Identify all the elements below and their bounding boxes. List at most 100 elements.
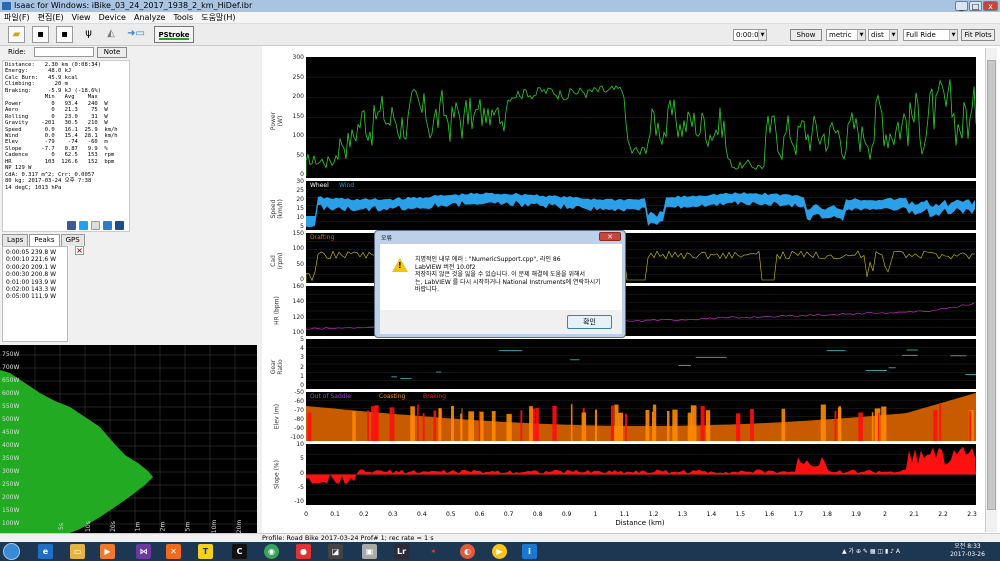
ie-icon[interactable]: e [38, 544, 53, 559]
lightroom-icon[interactable]: Lr [394, 544, 409, 559]
list-item[interactable]: 0:00:10 221.6 W [6, 256, 64, 263]
start-button[interactable] [3, 543, 20, 560]
menu-help[interactable]: 도움말(H) [197, 12, 239, 23]
ibike-icon[interactable]: i [522, 544, 537, 559]
scrollbar-thumb[interactable] [987, 60, 996, 510]
error-dialog: 오류 ✕ ! 치명적인 내부 에러 : "NumericSupport.cpp"… [374, 230, 626, 338]
visual-studio-icon[interactable]: ⋈ [136, 544, 151, 559]
left-chart-y-tick: 600W [2, 390, 20, 397]
x-axis-label: Distance (km) [615, 519, 665, 527]
menu-device[interactable]: Device [95, 12, 130, 23]
plot-panel-power[interactable] [306, 57, 976, 178]
range-select[interactable]: Full Ride ▼ [903, 29, 958, 41]
list-item[interactable]: 0:00:30 200.8 W [6, 271, 64, 278]
y-tick-label: -10 [294, 498, 304, 505]
app-star-icon[interactable]: ✶ [426, 544, 441, 559]
y-tick-label: 5 [300, 455, 304, 463]
app-x-icon[interactable]: ✕ [166, 544, 181, 559]
warning-icon: ! [392, 258, 408, 272]
plot-panel-speed[interactable]: Wheel Wind [306, 181, 976, 230]
close-button[interactable]: x [983, 1, 998, 11]
time-select[interactable]: 0:00:05 ▼ [733, 29, 767, 41]
maximize-button[interactable]: □ [969, 1, 982, 11]
list-item[interactable]: 0:02:00 143.3 W [6, 286, 64, 293]
save-as-icon[interactable]: ▪ [56, 26, 73, 43]
note-button[interactable]: Note [97, 47, 127, 58]
tab-peaks[interactable]: Peaks [29, 234, 60, 246]
plot-y-label: Gear Ratio [270, 359, 284, 375]
menu-analyze[interactable]: Analyze [130, 12, 170, 23]
email-icon[interactable] [91, 221, 100, 230]
y-tick-label: 25 [296, 187, 304, 194]
plot-y-label: HR (bpm) [273, 296, 281, 325]
usb-icon[interactable]: ψ [80, 26, 97, 43]
kakaotalk-icon[interactable]: T [198, 544, 213, 559]
plot-panel-gear[interactable] [306, 339, 976, 389]
y-tick-label: 100 [292, 132, 304, 139]
chevron-down-icon: ▼ [857, 30, 865, 40]
x-tick-label: 0.4 [417, 511, 427, 518]
plot-series-label: Wind [339, 182, 355, 189]
app-dark-icon[interactable]: ◪ [328, 544, 343, 559]
dialog-body: ! 치명적인 내부 에러 : "NumericSupport.cpp", 라인 … [380, 244, 622, 334]
axis-select[interactable]: dist ▼ [868, 29, 898, 41]
save-icon[interactable]: ▪ [32, 26, 49, 43]
app-circle-icon[interactable]: ◐ [460, 544, 475, 559]
units-select[interactable]: metric ▼ [826, 29, 866, 41]
left-chart-y-tick: 200W [2, 494, 20, 501]
clock[interactable]: 오전 8:33 2017-03-26 [945, 543, 990, 559]
ride-input[interactable] [34, 47, 94, 57]
y-tick-label: 100 [292, 329, 304, 336]
media-player-icon[interactable]: ▶ [100, 544, 115, 559]
plot-panel-slope[interactable] [306, 444, 976, 505]
menu-file[interactable]: 파일(F) [0, 12, 34, 23]
dialog-close-button[interactable]: ✕ [599, 232, 621, 241]
window-title: Isaac for Windows: iBike_03_24_2017_1938… [14, 1, 253, 10]
play-icon[interactable]: ▶ [492, 544, 507, 559]
app-c-icon[interactable]: C [232, 544, 247, 559]
y-tick-label: 30 [296, 178, 304, 185]
left-chart-y-tick: 650W [2, 377, 20, 384]
app-gray-icon[interactable]: ▣ [362, 544, 377, 559]
x-tick-label: 1.5 [735, 511, 746, 518]
left-chart-x-tick: 1m [134, 521, 142, 532]
dialog-line: 는, LabVIEW 를 다시 시작하거나 National Instrumen… [415, 278, 601, 286]
minimize-button[interactable]: _ [955, 1, 968, 11]
chrome-icon[interactable]: ◉ [264, 544, 279, 559]
list-item[interactable]: 0:05:00 111.9 W [6, 293, 64, 300]
plot-series-label: Out of Saddle [310, 393, 351, 400]
x-tick-label: 1.1 [619, 511, 630, 518]
list-item[interactable]: 0:01:00 193.9 W [6, 279, 64, 286]
left-chart-y-tick: 550W [2, 403, 20, 410]
tab-gps[interactable]: GPS [60, 234, 85, 246]
transfer-icon[interactable]: ➜▭ [122, 26, 150, 43]
open-folder-icon[interactable]: ▰ [8, 26, 25, 43]
menu-view[interactable]: View [68, 12, 95, 23]
left-chart-x-tick: 2m [159, 521, 167, 532]
pstroke-button[interactable]: PStroke [154, 26, 194, 43]
tab-laps[interactable]: Laps [2, 234, 29, 246]
x-tick-label: 1.4 [706, 511, 717, 518]
app-red-icon[interactable]: ● [296, 544, 311, 559]
menu-tools[interactable]: Tools [169, 12, 197, 23]
close-icon[interactable]: × [75, 246, 84, 255]
show-button[interactable]: Show [790, 29, 822, 41]
app-link-icon[interactable] [115, 221, 124, 230]
upload-icon[interactable] [103, 221, 112, 230]
x-tick-label: 0.5 [446, 511, 456, 518]
vertical-scrollbar[interactable] [985, 48, 997, 532]
power-curve-area [0, 370, 153, 533]
facebook-icon[interactable] [67, 221, 76, 230]
twitter-icon[interactable] [79, 221, 88, 230]
fit-plots-button[interactable]: Fit Plots [961, 29, 995, 41]
list-item[interactable]: 0:00:05 239.8 W [6, 249, 64, 256]
list-item[interactable]: 0:00:20 209.1 W [6, 264, 64, 271]
ok-button[interactable]: 확인 [567, 315, 612, 329]
left-chart-y-tick: 350W [2, 455, 20, 462]
y-tick-label: 250 [292, 73, 304, 81]
device-icon[interactable]: ◭ [100, 26, 122, 43]
menu-edit[interactable]: 편집(E) [34, 12, 68, 23]
explorer-icon[interactable]: ▭ [70, 544, 85, 559]
plot-series-label: Braking [423, 393, 447, 400]
plot-panel-elev[interactable]: Out of Saddle Coasting Braking [306, 392, 976, 441]
